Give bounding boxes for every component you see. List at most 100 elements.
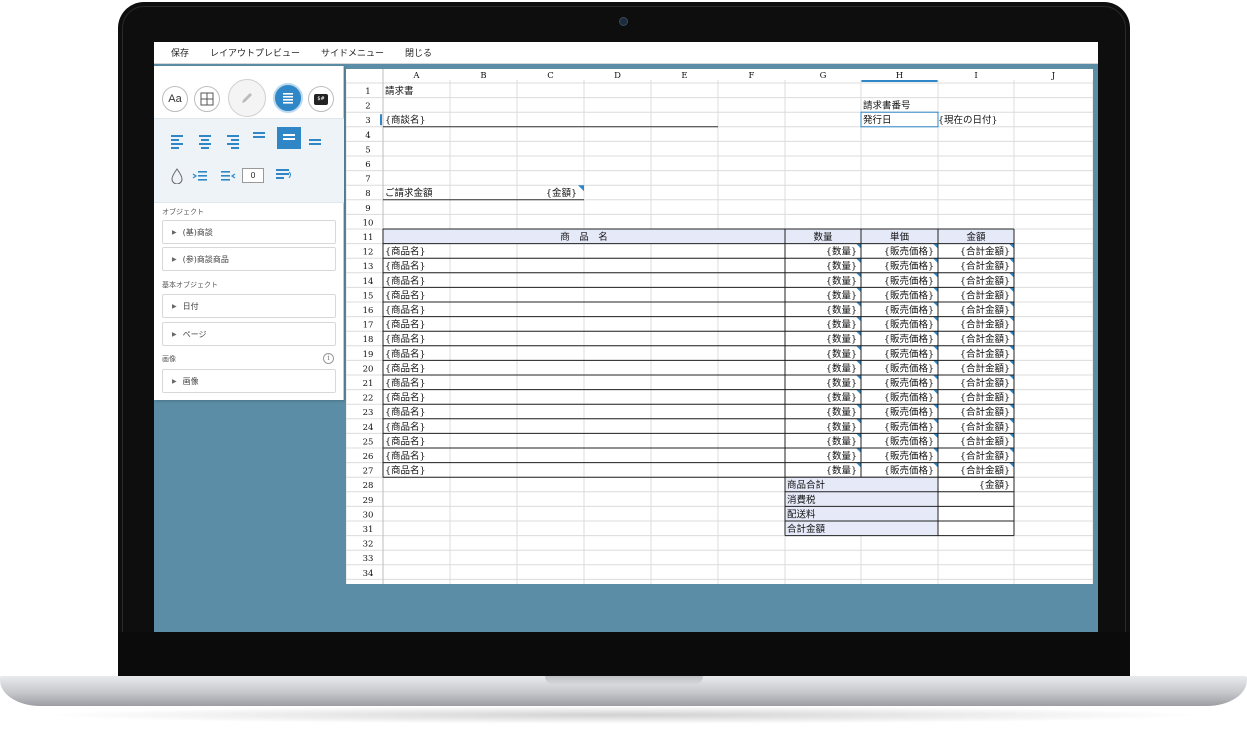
item-price-cell: {販売価格} bbox=[884, 275, 934, 287]
item-name-cell: {商品名} bbox=[385, 465, 426, 477]
column-header-G: G bbox=[820, 71, 827, 81]
align-middle-active[interactable] bbox=[277, 127, 301, 149]
item-quantity-cell: {数量} bbox=[826, 260, 857, 272]
basic-object-item-date[interactable]: ▶ 日付 bbox=[162, 294, 336, 318]
side-panel: Aa $# 0 オブジェクト ▶ (基)商談 ▶ (参)商談商品 基本オブジェク… bbox=[154, 66, 344, 400]
item-name-cell: {商品名} bbox=[385, 289, 426, 301]
spreadsheet[interactable]: A B C D E F G H I J 1 2 3 4 5 6 7 8 9 10 11 12 13 14 15 16 17 18 19 2… bbox=[346, 69, 1093, 584]
item-name-cell: {商品名} bbox=[385, 246, 426, 258]
format-button[interactable]: $# bbox=[308, 86, 334, 112]
item-quantity-cell: {数量} bbox=[826, 421, 857, 433]
wrap-text-icon[interactable] bbox=[275, 168, 293, 182]
align-center-text-icon[interactable] bbox=[199, 135, 213, 149]
menu-layout-preview[interactable]: レイアウトプレビュー bbox=[210, 46, 300, 59]
row-number: 24 bbox=[363, 423, 374, 433]
item-price-cell: {販売価格} bbox=[884, 348, 934, 360]
image-item[interactable]: ▶ 画像 bbox=[162, 369, 336, 393]
item-name-cell: {商品名} bbox=[385, 304, 426, 316]
font-button[interactable]: Aa bbox=[162, 86, 188, 112]
row-number: 32 bbox=[363, 540, 374, 550]
item-price-cell: {販売価格} bbox=[884, 362, 934, 374]
row-number: 8 bbox=[365, 189, 370, 199]
spreadsheet-grid[interactable]: A B C D E F G H I J123456789101112131415161718192… bbox=[346, 69, 1093, 584]
current-date-field: {現在の日付} bbox=[938, 114, 998, 126]
table-header-quantity: 数量 bbox=[813, 231, 833, 243]
column-header-H: H bbox=[896, 71, 903, 81]
align-bottom-icon[interactable] bbox=[309, 139, 323, 151]
item-total-cell: {合計金額} bbox=[960, 406, 1010, 418]
item-total-cell: {合計金額} bbox=[960, 377, 1010, 389]
object-item-deal[interactable]: ▶ (基)商談 bbox=[162, 220, 336, 244]
align-right-icon[interactable] bbox=[227, 135, 241, 149]
indent-decrease-icon[interactable] bbox=[220, 170, 236, 182]
align-left-icon[interactable] bbox=[171, 135, 185, 149]
item-quantity-cell: {数量} bbox=[826, 450, 857, 462]
item-price-cell: {販売価格} bbox=[884, 377, 934, 389]
deal-name-field: {商談名} bbox=[385, 114, 426, 126]
menu-save[interactable]: 保存 bbox=[171, 46, 189, 59]
item-total-cell: {合計金額} bbox=[960, 450, 1010, 462]
item-price-cell: {販売価格} bbox=[884, 289, 934, 301]
objects-section-label: オブジェクト bbox=[162, 208, 204, 216]
column-header-J: J bbox=[1051, 71, 1056, 81]
item-name-cell: {商品名} bbox=[385, 450, 426, 462]
basic-objects-section-label: 基本オブジェクト bbox=[162, 281, 218, 289]
item-name-cell: {商品名} bbox=[385, 377, 426, 389]
row-number: 30 bbox=[363, 510, 374, 520]
pencil-button[interactable] bbox=[228, 79, 266, 117]
item-quantity-cell: {数量} bbox=[826, 275, 857, 287]
align-button[interactable] bbox=[273, 83, 303, 113]
row-number: 29 bbox=[363, 496, 374, 506]
invoice-title: 請求書 bbox=[385, 85, 414, 97]
column-header-I: I bbox=[974, 71, 977, 81]
basic-object-item-page[interactable]: ▶ ページ bbox=[162, 322, 336, 346]
menu-side-menu[interactable]: サイドメニュー bbox=[321, 46, 384, 59]
row-number: 14 bbox=[363, 277, 374, 287]
summary-label: 配送料 bbox=[787, 508, 816, 520]
row-number: 20 bbox=[363, 364, 374, 374]
laptop-lower-bezel bbox=[118, 632, 1130, 676]
align-top-icon[interactable] bbox=[253, 132, 267, 144]
item-total-cell: {合計金額} bbox=[960, 435, 1010, 447]
row-number: 25 bbox=[363, 437, 374, 447]
item-price-cell: {販売価格} bbox=[884, 450, 934, 462]
item-quantity-cell: {数量} bbox=[826, 319, 857, 331]
item-total-cell: {合計金額} bbox=[960, 246, 1010, 258]
border-button[interactable] bbox=[194, 86, 220, 112]
indent-increase-icon[interactable] bbox=[192, 170, 208, 182]
item-quantity-cell: {数量} bbox=[826, 392, 857, 404]
table-header-unit-price: 単価 bbox=[890, 231, 910, 243]
object-item-deal-product[interactable]: ▶ (参)商談商品 bbox=[162, 247, 336, 271]
row-number: 31 bbox=[363, 525, 374, 535]
camera bbox=[619, 17, 628, 26]
item-total-cell: {合計金額} bbox=[960, 392, 1010, 404]
row-number: 11 bbox=[363, 233, 374, 243]
item-price-cell: {販売価格} bbox=[884, 392, 934, 404]
info-icon[interactable]: i bbox=[323, 353, 334, 364]
table-header-amount: 金額 bbox=[966, 231, 986, 243]
expand-triangle-icon: ▶ bbox=[172, 255, 177, 263]
row-number: 3 bbox=[365, 116, 370, 126]
indent-value-input[interactable]: 0 bbox=[242, 168, 264, 183]
row-number: 33 bbox=[363, 554, 374, 564]
item-total-cell: {合計金額} bbox=[960, 275, 1010, 287]
screen: 保存 レイアウトプレビュー サイドメニュー 閉じる Aa $# 0 オブジェクト… bbox=[154, 42, 1098, 632]
fill-color-drop-icon[interactable] bbox=[170, 168, 184, 184]
row-number: 5 bbox=[365, 145, 370, 155]
item-quantity-cell: {数量} bbox=[826, 377, 857, 389]
column-header-B: B bbox=[480, 71, 486, 81]
item-total-cell: {合計金額} bbox=[960, 421, 1010, 433]
item-price-cell: {販売価格} bbox=[884, 421, 934, 433]
menu-close[interactable]: 閉じる bbox=[405, 46, 432, 59]
billing-amount-field: {金額} bbox=[546, 187, 577, 199]
column-header-F: F bbox=[749, 71, 755, 81]
item-total-cell: {合計金額} bbox=[960, 333, 1010, 345]
summary-label: 商品合計 bbox=[787, 479, 826, 491]
row-number: 26 bbox=[363, 452, 374, 462]
laptop-base-notch bbox=[545, 676, 703, 685]
align-middle-icon bbox=[283, 134, 295, 140]
row-number: 1 bbox=[365, 87, 370, 97]
item-total-cell: {合計金額} bbox=[960, 362, 1010, 374]
item-name-cell: {商品名} bbox=[385, 406, 426, 418]
item-quantity-cell: {数量} bbox=[826, 435, 857, 447]
